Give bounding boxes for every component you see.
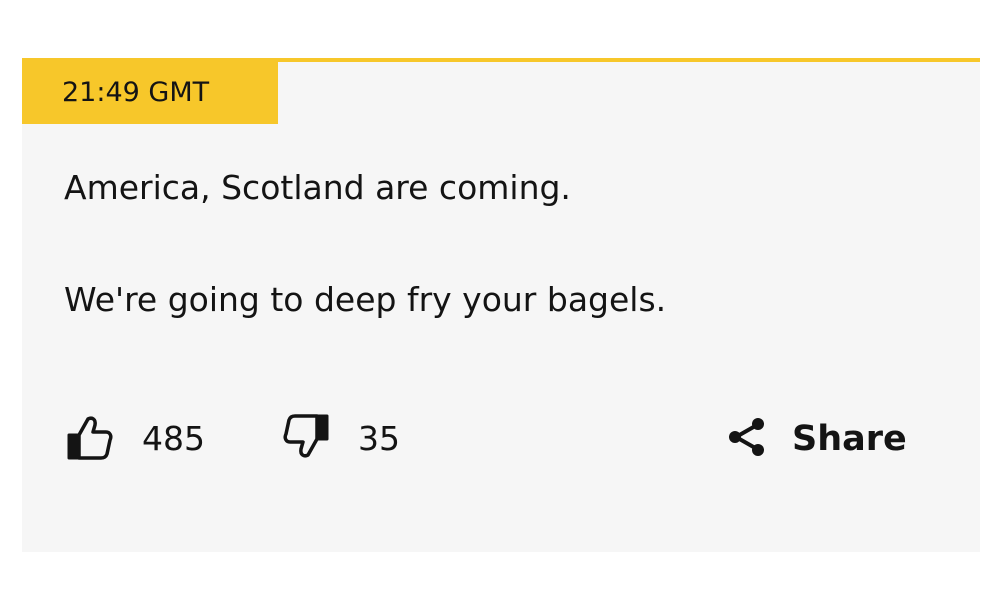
like-button[interactable]: 485 xyxy=(66,414,205,464)
like-count: 485 xyxy=(142,419,205,458)
post-text-line: America, Scotland are coming. xyxy=(64,168,571,207)
dislike-button[interactable]: 35 xyxy=(282,414,400,464)
share-icon xyxy=(726,416,768,462)
timestamp-badge: 21:49 GMT xyxy=(22,62,278,124)
dislike-count: 35 xyxy=(358,419,400,458)
thumbs-up-icon xyxy=(66,413,114,465)
reaction-bar: 485 35 Share xyxy=(66,414,936,464)
share-label: Share xyxy=(792,419,907,459)
share-button[interactable]: Share xyxy=(726,414,907,464)
post-text-line: We're going to deep fry your bagels. xyxy=(64,280,667,319)
thumbs-down-icon xyxy=(282,413,330,465)
live-post-card: 21:49 GMT America, Scotland are coming. … xyxy=(22,58,980,552)
